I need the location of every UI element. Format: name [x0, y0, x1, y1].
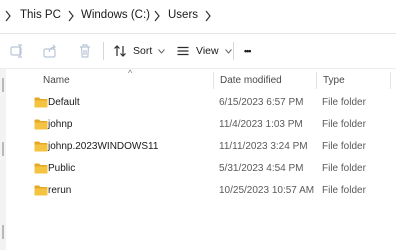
file-date: 5/31/2023 4:54 PM [219, 163, 304, 174]
sort-label: Sort [133, 45, 153, 57]
column-name[interactable]: Name [43, 75, 70, 86]
file-date: 11/11/2023 3:24 PM [219, 141, 308, 152]
more-icon: ••• [244, 46, 252, 56]
file-date: 10/25/2023 10:57 AM [219, 185, 315, 196]
folder-icon [34, 163, 48, 174]
address-bar[interactable]: This PC Windows (C:) Users [0, 0, 396, 33]
file-name: johnp.2023WINDOWS11 [48, 141, 159, 152]
column-separator[interactable] [390, 72, 391, 89]
column-header: ^ Name Date modified Type [6, 68, 396, 89]
file-type: File folder [322, 97, 366, 108]
list-item[interactable]: johnp 11/4/2023 1:03 PM File folder [24, 114, 396, 136]
file-date: 11/4/2023 1:03 PM [219, 119, 303, 130]
scroll-marker [2, 225, 4, 239]
delete-icon[interactable] [77, 43, 93, 59]
list-item[interactable]: rerun 10/25/2023 10:57 AM File folder [24, 180, 396, 202]
list-item[interactable]: Default 6/15/2023 6:57 PM File folder [24, 92, 396, 114]
folder-icon [34, 141, 48, 152]
file-type: File folder [322, 163, 366, 174]
file-type: File folder [322, 119, 366, 130]
list-item[interactable]: Public 5/31/2023 4:54 PM File folder [24, 158, 396, 180]
sort-ascending-icon: ^ [128, 68, 133, 78]
folder-icon [34, 97, 48, 108]
breadcrumb-this-pc[interactable]: This PC [20, 9, 61, 21]
chevron-right-icon[interactable] [4, 10, 12, 22]
sort-button[interactable]: Sort [113, 40, 166, 62]
toolbar-separator [233, 42, 234, 60]
file-name: rerun [48, 185, 72, 196]
rename-icon[interactable] [9, 43, 25, 59]
sort-icon [114, 45, 126, 57]
column-separator[interactable] [213, 72, 214, 89]
command-bar: Sort View ••• [0, 34, 396, 68]
scroll-marker [2, 78, 4, 92]
view-icon [177, 46, 189, 56]
chevron-down-icon [158, 48, 166, 54]
more-options-button[interactable]: ••• [244, 40, 252, 62]
breadcrumb-users[interactable]: Users [168, 9, 198, 21]
chevron-right-icon[interactable] [153, 10, 161, 22]
navigation-pane-edge [0, 69, 6, 250]
file-type: File folder [322, 185, 366, 196]
folder-icon [34, 185, 48, 196]
column-separator[interactable] [316, 72, 317, 89]
scroll-marker [2, 142, 4, 156]
chevron-right-icon[interactable] [67, 10, 75, 22]
chevron-down-icon [224, 48, 232, 54]
file-name: johnp [48, 119, 73, 130]
view-label: View [196, 45, 219, 57]
file-date: 6/15/2023 6:57 PM [219, 97, 304, 108]
view-button[interactable]: View [176, 40, 232, 62]
breadcrumb-windows-c[interactable]: Windows (C:) [81, 9, 150, 21]
folder-icon [34, 119, 48, 130]
file-name: Public [48, 163, 76, 174]
share-icon[interactable] [42, 43, 58, 59]
column-type[interactable]: Type [323, 75, 345, 86]
file-type: File folder [322, 141, 366, 152]
file-name: Default [48, 97, 80, 108]
toolbar-separator [103, 42, 104, 60]
list-item[interactable]: johnp.2023WINDOWS11 11/11/2023 3:24 PM F… [24, 136, 396, 158]
column-date-modified[interactable]: Date modified [220, 75, 282, 86]
chevron-right-icon[interactable] [204, 10, 212, 22]
